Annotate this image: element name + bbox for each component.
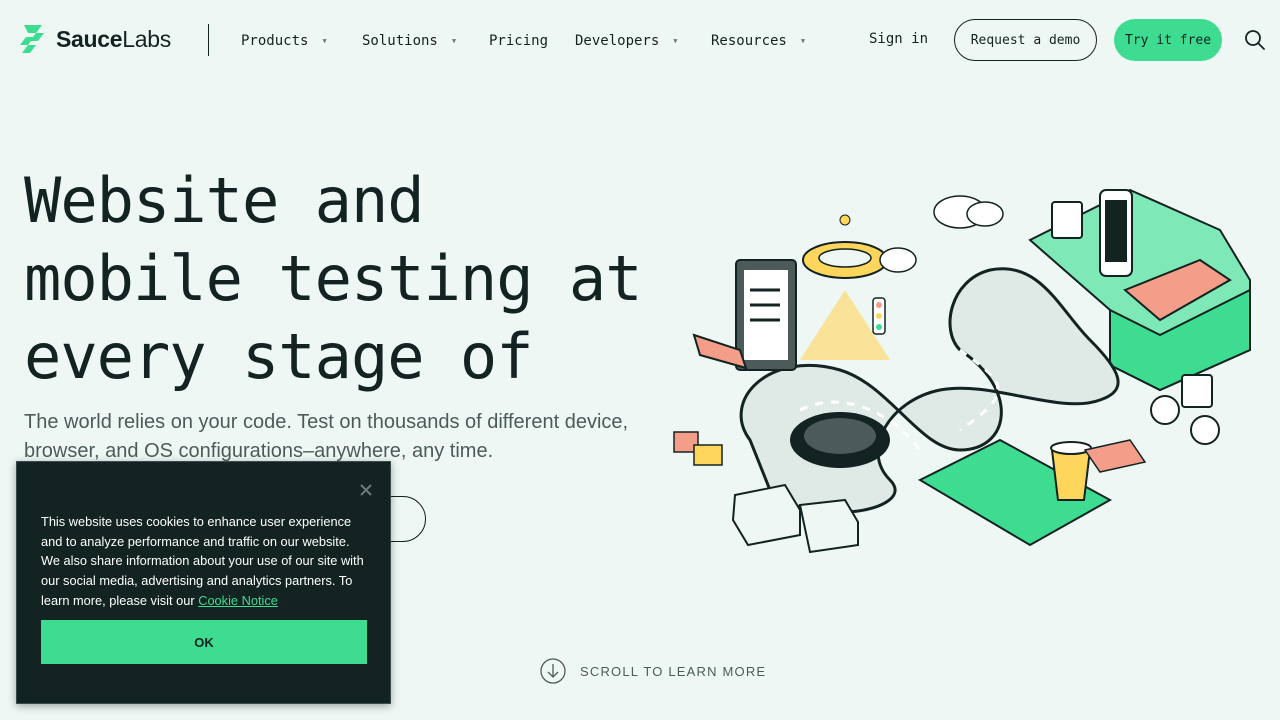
hero-title-line-1: Website and [24,164,425,237]
header-divider [208,24,209,56]
chevron-down-icon: ▼ [800,37,806,45]
hero-title: Website and mobile testing at every stag… [24,162,664,396]
sign-in-link[interactable]: Sign in [869,31,928,47]
saucelabs-logo-icon [20,25,44,53]
nav-solutions[interactable]: Solutions ▼ [362,33,456,49]
arrow-down-circle-icon [540,658,566,684]
chevron-down-icon: ▼ [451,37,457,45]
cookie-banner: This website uses cookies to enhance use… [16,461,391,704]
cookie-notice-link[interactable]: Cookie Notice [198,593,278,608]
nav-resources[interactable]: Resources ▼ [711,33,805,49]
hero-title-line-2: mobile testing at [24,242,643,315]
cookie-text: This website uses cookies to enhance use… [41,512,371,611]
nav-developers-label: Developers [575,33,660,49]
logo-wordmark: SauceLabs [56,25,171,52]
nav-pricing[interactable]: Pricing [489,33,548,49]
scroll-label: SCROLL TO LEARN MORE [580,663,767,679]
nav-developers[interactable]: Developers ▼ [575,33,678,49]
hero-subtitle: The world relies on your code. Test on t… [24,411,629,462]
close-icon[interactable] [358,482,374,498]
cookie-ok-button[interactable]: OK [41,620,367,664]
chevron-down-icon: ▼ [673,37,678,45]
chevron-down-icon: ▼ [322,37,327,45]
nav-products[interactable]: Products ▼ [241,33,327,49]
nav-solutions-label: Solutions [362,33,438,49]
site-header: SauceLabs Products ▼ Solutions ▼ Pricing… [0,0,1280,82]
saucelabs-logo[interactable]: SauceLabs [16,23,171,55]
request-demo-button[interactable]: Request a demo [954,19,1097,61]
nav-products-label: Products [241,33,309,49]
search-icon[interactable] [1244,29,1266,51]
try-free-button[interactable]: Try it free [1114,19,1222,61]
nav-pricing-label: Pricing [489,33,549,49]
scroll-to-learn-more[interactable]: SCROLL TO LEARN MORE [540,658,766,684]
hero-title-line-3: every stage of [24,320,534,393]
infinity-road-illustration [673,188,1251,554]
nav-resources-label: Resources [711,33,787,49]
